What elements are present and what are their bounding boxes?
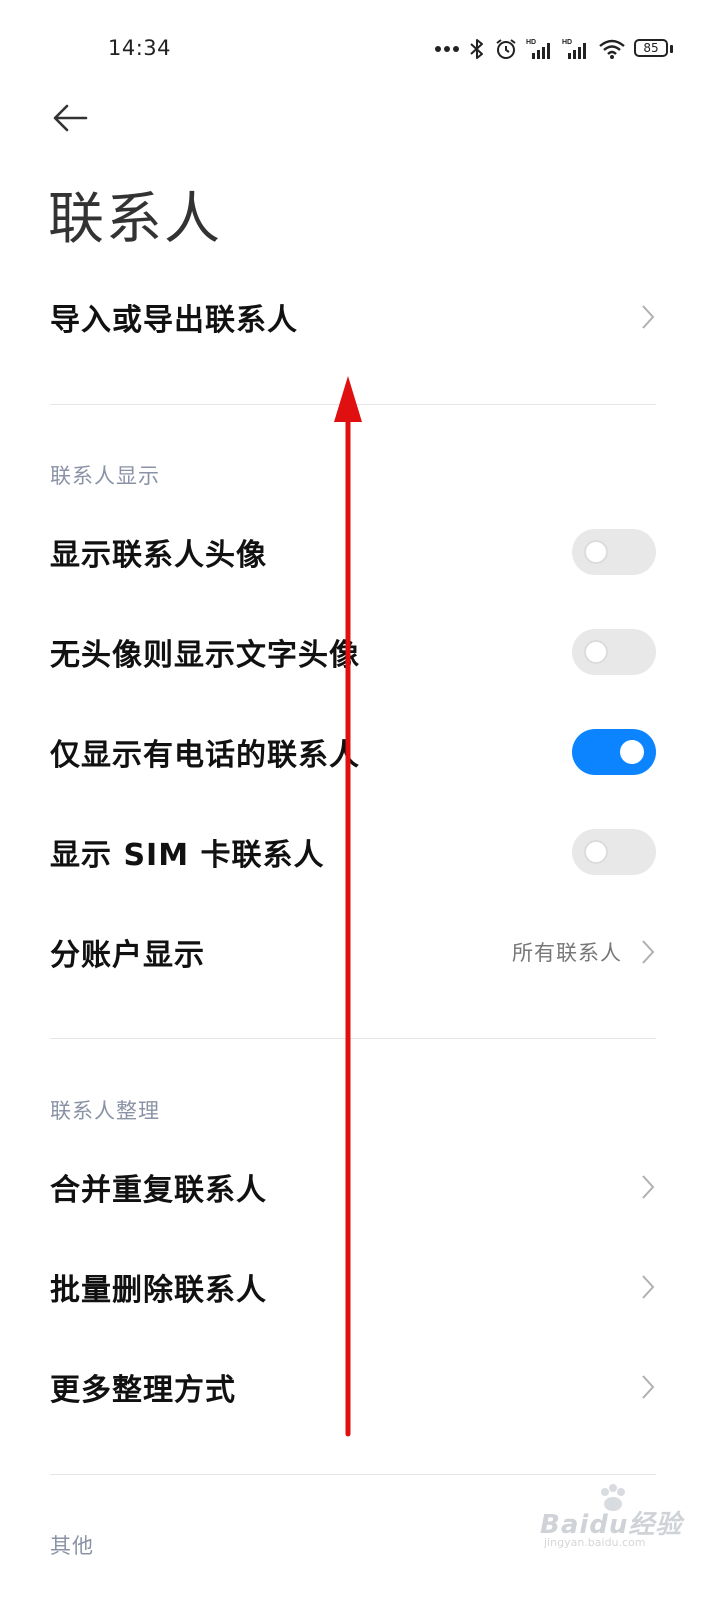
status-icons: HD HD 85 — [434, 34, 674, 64]
setting-label: 合并重复联系人 — [50, 1173, 267, 1208]
divider — [50, 1038, 656, 1039]
chevron-right-icon — [642, 1175, 655, 1199]
status-time: 14:34 — [108, 36, 172, 60]
battery-icon: 85 — [634, 39, 674, 59]
show-avatar-toggle[interactable] — [572, 529, 656, 575]
section-header-other: 其他 — [50, 1534, 94, 1558]
setting-label: 显示 SIM 卡联系人 — [50, 838, 325, 873]
section-header-display: 联系人显示 — [50, 464, 160, 488]
status-bar: 14:34 HD HD 85 — [0, 0, 720, 96]
signal-hd-icon: HD — [526, 39, 550, 59]
chevron-right-icon — [642, 940, 655, 964]
setting-label: 仅显示有电话的联系人 — [50, 738, 360, 773]
battery-level: 85 — [643, 41, 659, 55]
setting-label: 显示联系人头像 — [50, 538, 267, 573]
setting-label: 更多整理方式 — [50, 1373, 236, 1408]
setting-label: 无头像则显示文字头像 — [50, 638, 360, 673]
batch-delete-item[interactable]: 批量删除联系人 — [50, 1242, 656, 1332]
text-avatar-item[interactable]: 无头像则显示文字头像 — [50, 607, 656, 697]
account-display-value: 所有联系人 — [512, 941, 622, 965]
phone-only-toggle[interactable] — [572, 729, 656, 775]
sim-contacts-toggle[interactable] — [572, 829, 656, 875]
svg-text:HD: HD — [526, 39, 536, 46]
text-avatar-toggle[interactable] — [572, 629, 656, 675]
divider — [50, 404, 656, 405]
arrow-left-icon — [53, 104, 88, 132]
divider — [50, 1474, 656, 1475]
chevron-right-icon — [642, 305, 655, 329]
show-contact-avatar-item[interactable]: 显示联系人头像 — [50, 507, 656, 597]
import-export-contacts-item[interactable]: 导入或导出联系人 — [50, 272, 656, 362]
merge-duplicates-item[interactable]: 合并重复联系人 — [50, 1142, 656, 1232]
signal-hd-icon: HD — [562, 39, 586, 59]
section-header-organize: 联系人整理 — [50, 1099, 160, 1123]
svg-text:HD: HD — [562, 39, 572, 46]
bluetooth-icon — [470, 39, 483, 59]
setting-label: 分账户显示 — [50, 938, 205, 973]
more-dots-icon — [435, 46, 459, 52]
phone-only-contacts-item[interactable]: 仅显示有电话的联系人 — [50, 707, 656, 797]
page-title: 联系人 — [48, 187, 222, 252]
chevron-right-icon — [642, 1275, 655, 1299]
sim-contacts-item[interactable]: 显示 SIM 卡联系人 — [50, 807, 656, 897]
more-organize-item[interactable]: 更多整理方式 — [50, 1342, 656, 1432]
baidu-watermark-logo: Baidu经验 jingyan.baidu.com — [540, 1484, 690, 1554]
wifi-icon — [599, 39, 625, 59]
setting-label: 批量删除联系人 — [50, 1273, 267, 1308]
alarm-icon — [496, 39, 516, 59]
back-button[interactable] — [50, 98, 90, 138]
import-export-label: 导入或导出联系人 — [50, 303, 298, 338]
account-display-item[interactable]: 分账户显示 所有联系人 — [50, 907, 656, 997]
watermark-url: jingyan.baidu.com — [544, 1536, 646, 1549]
chevron-right-icon — [642, 1375, 655, 1399]
